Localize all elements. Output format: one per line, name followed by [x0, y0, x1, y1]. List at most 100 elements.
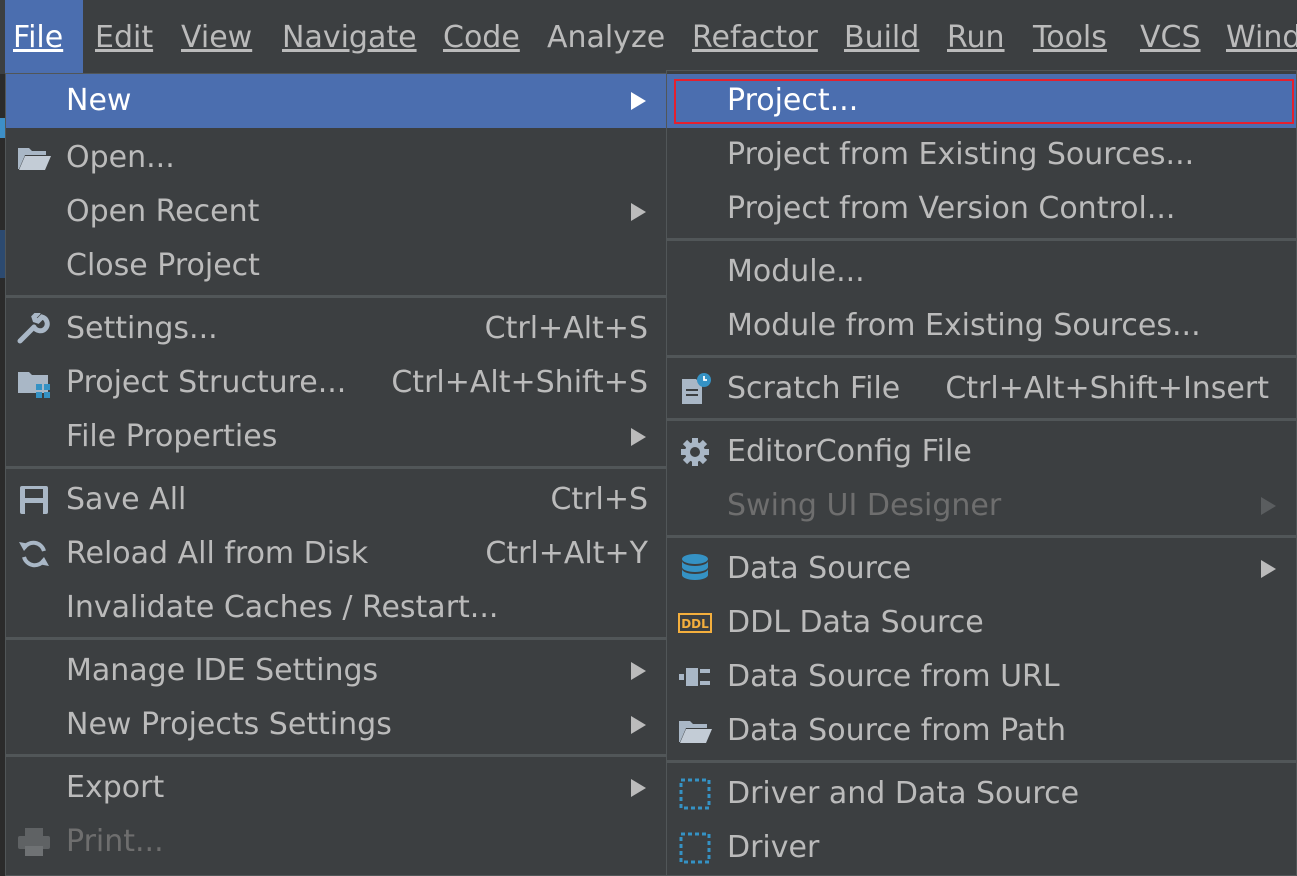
menu-tools-label: Tools	[1033, 20, 1107, 55]
menu-separator	[667, 238, 1296, 241]
new-menu-swing-ui[interactable]: Swing UI Designer	[667, 479, 1296, 533]
file-menu-export-label: Export	[66, 770, 165, 805]
new-menu-editorconfig-label: EditorConfig File	[727, 434, 972, 469]
svg-text:DDL: DDL	[681, 617, 709, 631]
new-submenu: Project... Project from Existing Sources…	[666, 70, 1297, 876]
menu-run[interactable]: Run	[939, 0, 1013, 74]
menu-edit[interactable]: Edit	[87, 0, 161, 74]
file-menu-new-projects-settings-label: New Projects Settings	[66, 707, 392, 742]
new-menu-data-source-label: Data Source	[727, 551, 912, 586]
new-menu-driver-and-ds-label: Driver and Data Source	[727, 776, 1080, 811]
menu-navigate-label: Navigate	[282, 20, 417, 55]
new-menu-scratch-file-shortcut: Ctrl+Alt+Shift+Insert	[945, 371, 1269, 406]
menu-build[interactable]: Build	[836, 0, 927, 74]
driver-icon	[679, 778, 711, 810]
reload-icon	[19, 540, 49, 568]
file-menu-project-structure-shortcut: Ctrl+Alt+Shift+S	[391, 365, 648, 400]
submenu-arrow-icon	[631, 779, 646, 797]
menu-vcs[interactable]: VCS	[1132, 0, 1209, 74]
new-menu-data-source-path-label: Data Source from Path	[727, 713, 1066, 748]
file-menu-file-properties[interactable]: File Properties	[6, 410, 666, 464]
wrench-icon	[17, 313, 50, 344]
file-menu-reload-all-shortcut: Ctrl+Alt+Y	[485, 536, 648, 571]
menu-separator	[6, 754, 666, 757]
file-menu-new-projects-settings[interactable]: New Projects Settings	[6, 698, 666, 752]
menu-edit-label: Edit	[95, 20, 154, 55]
menu-separator	[667, 355, 1296, 358]
menu-separator	[6, 295, 666, 298]
new-menu-driver-label: Driver	[727, 830, 820, 865]
file-menu-manage-ide-settings[interactable]: Manage IDE Settings	[6, 644, 666, 698]
file-menu-settings-label: Settings...	[66, 311, 218, 346]
file-menu-open[interactable]: Open...	[6, 131, 666, 185]
menu-window[interactable]: Wind	[1218, 0, 1297, 74]
file-menu-new[interactable]: New	[6, 74, 666, 128]
new-menu-project-existing-label: Project from Existing Sources...	[727, 137, 1195, 172]
file-menu-save-all-shortcut: Ctrl+S	[550, 482, 648, 517]
file-menu-print[interactable]: Print...	[6, 815, 666, 869]
menu-build-label: Build	[844, 20, 920, 55]
menu-separator	[6, 466, 666, 469]
menu-view[interactable]: View	[173, 0, 260, 74]
menu-bar: File Edit View Navigate Code Analyze Ref…	[0, 0, 1297, 74]
new-menu-data-source-url[interactable]: Data Source from URL	[667, 650, 1296, 704]
file-menu-invalidate-caches-label: Invalidate Caches / Restart...	[66, 590, 499, 625]
file-menu-open-label: Open...	[66, 140, 175, 175]
new-menu-scratch-file[interactable]: Scratch File Ctrl+Alt+Shift+Insert	[667, 362, 1296, 416]
file-menu-save-all[interactable]: Save All Ctrl+S	[6, 473, 666, 527]
focus-highlight-box	[674, 79, 1294, 124]
file-menu-open-recent[interactable]: Open Recent	[6, 185, 666, 239]
driver-icon	[679, 832, 711, 864]
file-menu: New Open... Open Recent Close Project Se…	[5, 73, 667, 876]
menu-file-label: File	[13, 20, 64, 55]
new-menu-module[interactable]: Module...	[667, 245, 1296, 299]
file-menu-open-recent-label: Open Recent	[66, 194, 260, 229]
menu-tools[interactable]: Tools	[1025, 0, 1115, 74]
menu-separator	[667, 760, 1296, 763]
new-menu-data-source[interactable]: Data Source	[667, 542, 1296, 596]
menu-code[interactable]: Code	[435, 0, 528, 74]
submenu-arrow-icon	[1261, 560, 1276, 578]
ddl-icon: DDL	[678, 613, 712, 633]
menu-code-label: Code	[443, 20, 520, 55]
project-structure-icon	[18, 372, 50, 398]
folder-open-icon	[18, 148, 51, 170]
file-menu-export[interactable]: Export	[6, 761, 666, 815]
file-menu-invalidate-caches[interactable]: Invalidate Caches / Restart...	[6, 581, 666, 635]
new-menu-module-label: Module...	[727, 254, 865, 289]
file-menu-reload-all[interactable]: Reload All from Disk Ctrl+Alt+Y	[6, 527, 666, 581]
menu-refactor[interactable]: Refactor	[684, 0, 826, 74]
menu-run-label: Run	[947, 20, 1005, 55]
file-menu-save-all-label: Save All	[66, 482, 187, 517]
new-menu-project-vcs[interactable]: Project from Version Control...	[667, 182, 1296, 236]
new-menu-data-source-path[interactable]: Data Source from Path	[667, 704, 1296, 758]
new-menu-module-existing-label: Module from Existing Sources...	[727, 308, 1201, 343]
submenu-arrow-icon	[631, 716, 646, 734]
new-menu-module-existing[interactable]: Module from Existing Sources...	[667, 299, 1296, 353]
new-menu-project-vcs-label: Project from Version Control...	[727, 191, 1176, 226]
new-menu-swing-ui-label: Swing UI Designer	[727, 488, 1002, 523]
file-menu-project-structure-label: Project Structure...	[66, 365, 347, 400]
new-menu-project-existing[interactable]: Project from Existing Sources...	[667, 128, 1296, 182]
menu-separator	[667, 418, 1296, 421]
folder-open-icon	[679, 721, 712, 743]
file-menu-close-project[interactable]: Close Project	[6, 239, 666, 293]
new-menu-ddl-data-source[interactable]: DDL DDL Data Source	[667, 596, 1296, 650]
file-menu-project-structure[interactable]: Project Structure... Ctrl+Alt+Shift+S	[6, 356, 666, 410]
menu-analyze-label: Analyze	[547, 20, 666, 55]
menu-file[interactable]: File	[5, 0, 83, 74]
file-menu-print-label: Print...	[66, 824, 164, 859]
file-menu-settings[interactable]: Settings... Ctrl+Alt+S	[6, 302, 666, 356]
new-menu-ddl-data-source-label: DDL Data Source	[727, 605, 984, 640]
menu-view-label: View	[181, 20, 253, 55]
menu-navigate[interactable]: Navigate	[274, 0, 425, 74]
submenu-arrow-icon	[631, 662, 646, 680]
submenu-arrow-icon	[631, 203, 646, 221]
menu-analyze[interactable]: Analyze	[539, 0, 673, 74]
new-menu-driver[interactable]: Driver	[667, 821, 1296, 875]
menu-refactor-label: Refactor	[692, 20, 818, 55]
new-menu-driver-and-ds[interactable]: Driver and Data Source	[667, 767, 1296, 821]
new-menu-editorconfig[interactable]: EditorConfig File	[667, 425, 1296, 479]
gear-icon	[681, 438, 709, 466]
file-menu-reload-all-label: Reload All from Disk	[66, 536, 369, 571]
